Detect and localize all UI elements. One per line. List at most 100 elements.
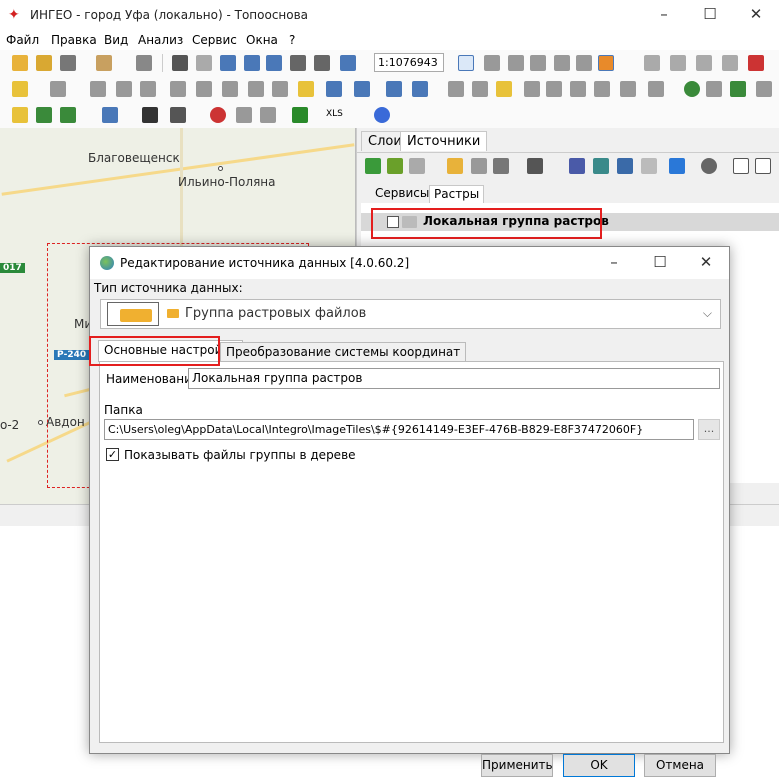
checkbox-checked-icon[interactable]: [755, 158, 771, 174]
snap-edge-icon[interactable]: [496, 81, 512, 97]
select-add-icon[interactable]: [484, 55, 500, 71]
layers-icon[interactable]: [60, 55, 76, 71]
draw-polyline-icon[interactable]: [116, 81, 132, 97]
chevron-down-icon[interactable]: ⌵: [703, 306, 712, 321]
settings-gear-icon[interactable]: [701, 158, 717, 174]
select-lasso-icon[interactable]: [530, 55, 546, 71]
flag-green-icon[interactable]: [36, 107, 52, 123]
menu-file[interactable]: Файл: [6, 33, 39, 47]
kpt-icon[interactable]: [292, 107, 308, 123]
draw-line-icon[interactable]: [90, 81, 106, 97]
edit-node-icon[interactable]: [670, 55, 686, 71]
select-polygon-icon[interactable]: [576, 55, 592, 71]
home-icon[interactable]: [706, 81, 722, 97]
dialog-maximize-button[interactable]: ☐: [637, 247, 683, 279]
snap-perp-icon[interactable]: [594, 81, 610, 97]
snap-icon[interactable]: [448, 81, 464, 97]
snap-middle-icon[interactable]: [570, 81, 586, 97]
snap-center-icon[interactable]: [524, 81, 540, 97]
form-icon[interactable]: [354, 81, 370, 97]
search-icon[interactable]: [102, 107, 118, 123]
remove-icon[interactable]: [471, 158, 487, 174]
maximize-button[interactable]: ☐: [687, 0, 733, 30]
ok-button[interactable]: OK: [563, 754, 635, 777]
pan-hand-icon[interactable]: [196, 55, 212, 71]
zoom-in-icon[interactable]: [244, 55, 260, 71]
edit-rotate-icon[interactable]: [272, 81, 288, 97]
menu-service[interactable]: Сервис: [192, 33, 237, 47]
scale-input[interactable]: 1:1076943: [374, 53, 444, 72]
properties-icon[interactable]: [493, 158, 509, 174]
forbid-icon[interactable]: [210, 107, 226, 123]
dialog-close-button[interactable]: ✕: [683, 247, 729, 279]
dialog-minimize-button[interactable]: –: [591, 247, 637, 279]
zoom-extent-icon[interactable]: [290, 55, 306, 71]
globe-icon[interactable]: [684, 81, 700, 97]
zoom-to-icon[interactable]: [527, 158, 543, 174]
edit-split-icon[interactable]: [196, 81, 212, 97]
add-circle-icon[interactable]: [374, 107, 390, 123]
folder-icon[interactable]: [36, 55, 52, 71]
new-object-icon[interactable]: [12, 81, 28, 97]
style-picker-icon[interactable]: [598, 55, 614, 71]
tab-coordinate-transform[interactable]: Преобразование системы координат: [220, 342, 467, 361]
name-input[interactable]: Локальная группа растров: [188, 368, 720, 389]
edit-grid-icon[interactable]: [644, 55, 660, 71]
zoom-scale-icon[interactable]: [340, 55, 356, 71]
list-icon[interactable]: [569, 158, 585, 174]
pin-icon[interactable]: [748, 55, 764, 71]
cancel-button[interactable]: Отмена: [644, 754, 716, 777]
folder-path-input[interactable]: C:\Users\oleg\AppData\Local\Integro\Imag…: [104, 419, 694, 440]
subtab-rasters[interactable]: Растры: [429, 185, 485, 203]
select-pointer-icon[interactable]: [458, 55, 474, 71]
edit-pencil-icon[interactable]: [387, 158, 403, 174]
zoom-window-icon[interactable]: [314, 55, 330, 71]
minimize-button[interactable]: –: [641, 0, 687, 30]
snap-node-icon[interactable]: [472, 81, 488, 97]
menu-windows[interactable]: Окна: [246, 33, 278, 47]
select-object-icon[interactable]: [554, 55, 570, 71]
object-tools-icon[interactable]: [50, 81, 66, 97]
activity-icon[interactable]: [669, 158, 685, 174]
raster-icon[interactable]: [593, 158, 609, 174]
menu-analysis[interactable]: Анализ: [138, 33, 183, 47]
tab-sources[interactable]: Источники: [400, 131, 488, 151]
compass-icon[interactable]: [730, 81, 746, 97]
route-icon[interactable]: [260, 107, 276, 123]
flag-icon[interactable]: [12, 107, 28, 123]
raster-edit-icon[interactable]: [617, 158, 633, 174]
help-pointer-icon[interactable]: [412, 81, 428, 97]
attach-icon[interactable]: [298, 81, 314, 97]
edit-move-icon[interactable]: [696, 55, 712, 71]
menu-view[interactable]: Вид: [104, 33, 128, 47]
edit-offset-icon[interactable]: [248, 81, 264, 97]
select-rect-icon[interactable]: [508, 55, 524, 71]
info-icon[interactable]: [170, 107, 186, 123]
select-area-icon[interactable]: [172, 55, 188, 71]
zoom-out-icon[interactable]: [266, 55, 282, 71]
snap-off-icon[interactable]: [648, 81, 664, 97]
print-preview-icon[interactable]: [96, 55, 112, 71]
subtab-services[interactable]: Сервисы: [371, 185, 433, 203]
apply-button[interactable]: Применить: [481, 754, 553, 777]
draw-area-icon[interactable]: [140, 81, 156, 97]
browse-button[interactable]: ...: [698, 419, 720, 440]
edit-cut-icon[interactable]: [722, 55, 738, 71]
add-icon[interactable]: [365, 158, 381, 174]
measure-icon[interactable]: [236, 107, 252, 123]
edit-shape-icon[interactable]: [170, 81, 186, 97]
undo-icon[interactable]: [386, 81, 402, 97]
add-folder-icon[interactable]: [447, 158, 463, 174]
source-type-select[interactable]: Группа растровых файлов ⌵: [100, 299, 721, 329]
checkbox-all-icon[interactable]: [733, 158, 749, 174]
flag-split-icon[interactable]: [60, 107, 76, 123]
more-icon[interactable]: [756, 81, 772, 97]
table-icon[interactable]: [326, 81, 342, 97]
edit-merge-icon[interactable]: [222, 81, 238, 97]
close-button[interactable]: ✕: [733, 0, 779, 30]
show-files-checkbox[interactable]: ✓: [106, 448, 119, 461]
query-icon[interactable]: [142, 107, 158, 123]
delete-icon[interactable]: [409, 158, 425, 174]
open-icon[interactable]: [12, 55, 28, 71]
xls-export-button[interactable]: XLS: [326, 109, 343, 119]
